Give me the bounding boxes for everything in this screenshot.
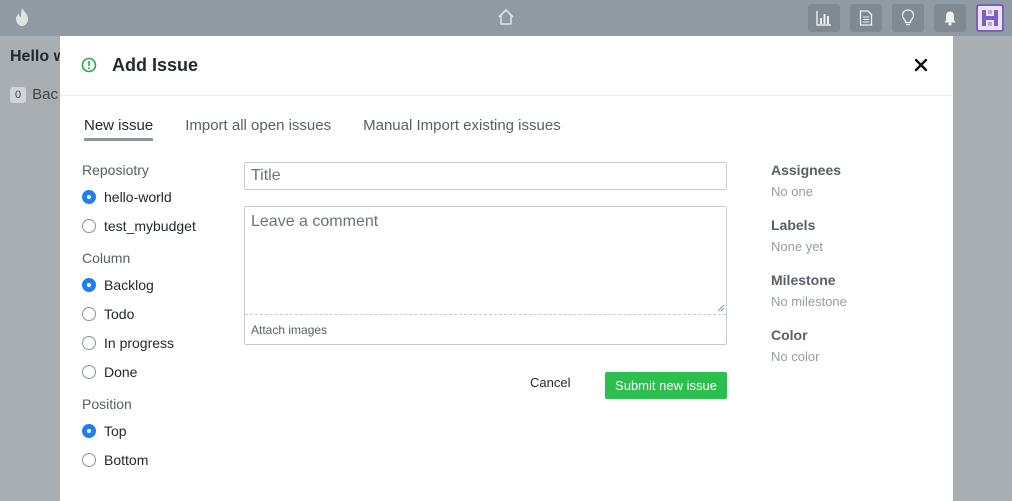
assignees-value: No one [771,184,813,199]
radio-label: Top [104,422,127,439]
lightbulb-button[interactable] [892,4,924,32]
radio-checked[interactable] [82,189,96,204]
repository-label: Reposiotry [82,162,149,178]
issue-tabs: New issue Import all open issues Manual … [84,117,593,141]
home-icon[interactable] [496,7,516,27]
document-button[interactable] [850,4,882,32]
radio-checked[interactable] [82,277,96,292]
radio-checked[interactable] [82,423,96,438]
assignees-section: Assignees No one [771,162,931,217]
radio-unchecked[interactable] [82,306,96,321]
notifications-button[interactable] [934,4,966,32]
radio-position-top[interactable]: Top [82,416,232,445]
radio-label: test_mybudget [104,217,196,234]
labels-label[interactable]: Labels [771,217,931,239]
radio-unchecked[interactable] [82,452,96,467]
issue-opened-icon [81,57,97,73]
color-value: No color [771,349,820,364]
radio-unchecked[interactable] [82,364,96,379]
radio-position-bottom[interactable]: Bottom [82,445,232,474]
flame-icon[interactable] [13,7,31,27]
column-header: 0 Bac [10,86,58,103]
lightbulb-icon [901,9,915,26]
milestone-value: No milestone [771,294,847,309]
document-icon [859,10,873,26]
radio-column-in-progress[interactable]: In progress [82,328,232,357]
tab-manual-import[interactable]: Manual Import existing issues [363,117,561,141]
radio-label: Todo [104,305,135,322]
cancel-button[interactable]: Cancel [530,375,570,390]
modal-title: Add Issue [112,55,199,75]
radio-column-done[interactable]: Done [82,357,232,386]
milestone-label[interactable]: Milestone [771,272,931,294]
column-count-badge: 0 [10,86,27,103]
comment-box: Attach images [244,206,727,345]
submit-new-issue-button[interactable]: Submit new issue [605,372,727,399]
modal-header: Add Issue [60,36,953,96]
bell-icon [944,11,956,26]
milestone-section: Milestone No milestone [771,272,931,327]
color-label[interactable]: Color [771,327,931,349]
close-icon[interactable] [914,58,928,72]
avatar[interactable] [976,4,1004,32]
radio-repo-test-mybudget[interactable]: test_mybudget [82,211,232,240]
page-title: Hello w [10,48,67,65]
top-navigation-bar [0,0,1012,36]
add-issue-modal: Add Issue New issue Import all open issu… [60,36,953,501]
assignees-label[interactable]: Assignees [771,162,931,184]
title-input[interactable] [244,162,727,190]
radio-column-backlog[interactable]: Backlog [82,270,232,299]
chart-button[interactable] [808,4,840,32]
labels-value: None yet [771,239,824,254]
resize-handle-icon[interactable] [717,304,725,312]
radio-label: Backlog [104,276,154,293]
tab-import-all-open-issues[interactable]: Import all open issues [185,117,331,141]
radio-label: Done [104,363,138,380]
position-group-label: Position [82,396,132,412]
radio-label: hello-world [104,188,172,205]
radio-column-todo[interactable]: Todo [82,299,232,328]
radio-label: Bottom [104,451,149,468]
options-column: Reposiotry hello-world test_mybudget Col… [82,162,232,474]
issue-sidebar: Assignees No one Labels None yet Milesto… [771,162,931,382]
labels-section: Labels None yet [771,217,931,272]
chart-icon [816,11,831,26]
color-section: Color No color [771,327,931,382]
attach-images-link[interactable]: Attach images [251,323,327,337]
radio-unchecked[interactable] [82,335,96,350]
radio-unchecked[interactable] [82,218,96,233]
tab-new-issue[interactable]: New issue [84,117,154,141]
radio-repo-hello-world[interactable]: hello-world [82,182,232,211]
comment-textarea[interactable] [245,207,726,315]
avatar-icon [982,10,998,26]
radio-label: In progress [104,334,175,351]
column-label: Bac [32,86,58,103]
column-group-label: Column [82,250,131,266]
